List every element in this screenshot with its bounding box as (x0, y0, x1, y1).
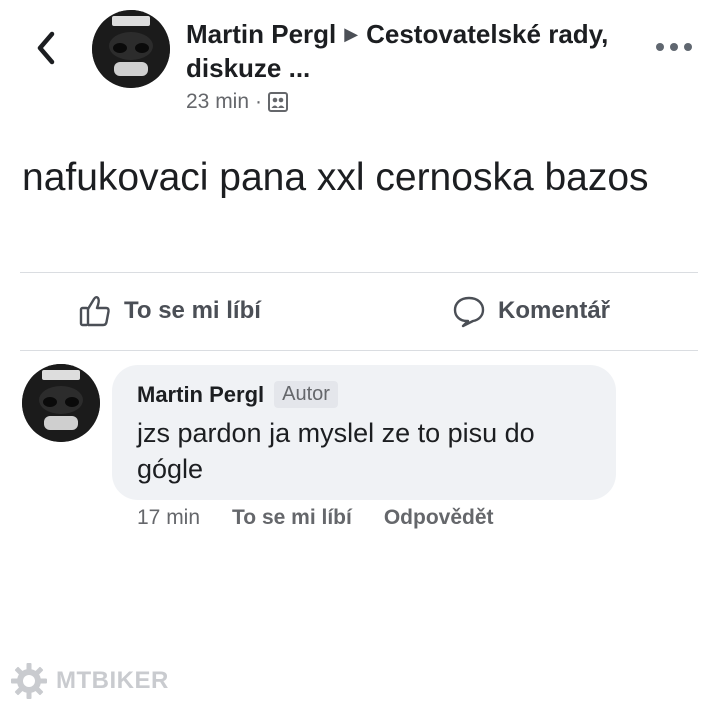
back-button[interactable] (28, 28, 64, 68)
chevron-left-icon (37, 31, 55, 65)
speech-bubble-icon (453, 296, 485, 328)
avatar-image (92, 10, 170, 88)
more-dots-icon (656, 43, 664, 51)
divider-top (20, 272, 698, 273)
comment-button[interactable]: Komentář (452, 294, 610, 328)
more-dot (684, 43, 692, 51)
author-badge: Autor (274, 381, 338, 408)
thumbs-up-icon (79, 296, 110, 327)
post-meta: 23 min · (186, 90, 289, 114)
meta-separator: · (255, 90, 263, 113)
watermark: MTBIKER (10, 662, 169, 700)
comment-reply-button[interactable]: Odpovědět (384, 506, 494, 530)
more-options-button[interactable] (652, 36, 696, 58)
avatar-image (22, 364, 100, 442)
comment-label: Komentář (498, 297, 611, 324)
watermark-text: MTBIKER (56, 667, 169, 694)
post-body: nafukovaci pana xxl cernoska bazos (22, 156, 649, 199)
post-header-title: Martin Pergl ▶ Cestovatelské rady, diskuze… (186, 17, 626, 85)
gear-logo-icon (11, 663, 47, 699)
triangle-right-icon: ▶ (344, 24, 359, 44)
comment-actions: 17 min To se mi líbí Odpovědět (137, 506, 494, 530)
post-time[interactable]: 23 min (186, 90, 249, 114)
comment-like-button[interactable]: To se mi líbí (232, 506, 352, 530)
divider-bottom (20, 350, 698, 351)
like-label: To se mi líbí (124, 297, 261, 324)
commenter-avatar[interactable] (22, 364, 100, 442)
more-dot (670, 43, 678, 51)
comment-author[interactable]: Martin Pergl (137, 382, 264, 408)
comment-header: Martin Pergl Autor (137, 381, 338, 408)
author-avatar[interactable] (92, 10, 170, 88)
comment-text: jzs pardon ja myslel ze to pisu do gógle (137, 418, 535, 484)
comment-time[interactable]: 17 min (137, 506, 200, 530)
like-button[interactable]: To se mi líbí (78, 294, 261, 328)
author-name[interactable]: Martin Pergl (186, 19, 336, 49)
group-audience-icon (268, 92, 289, 112)
